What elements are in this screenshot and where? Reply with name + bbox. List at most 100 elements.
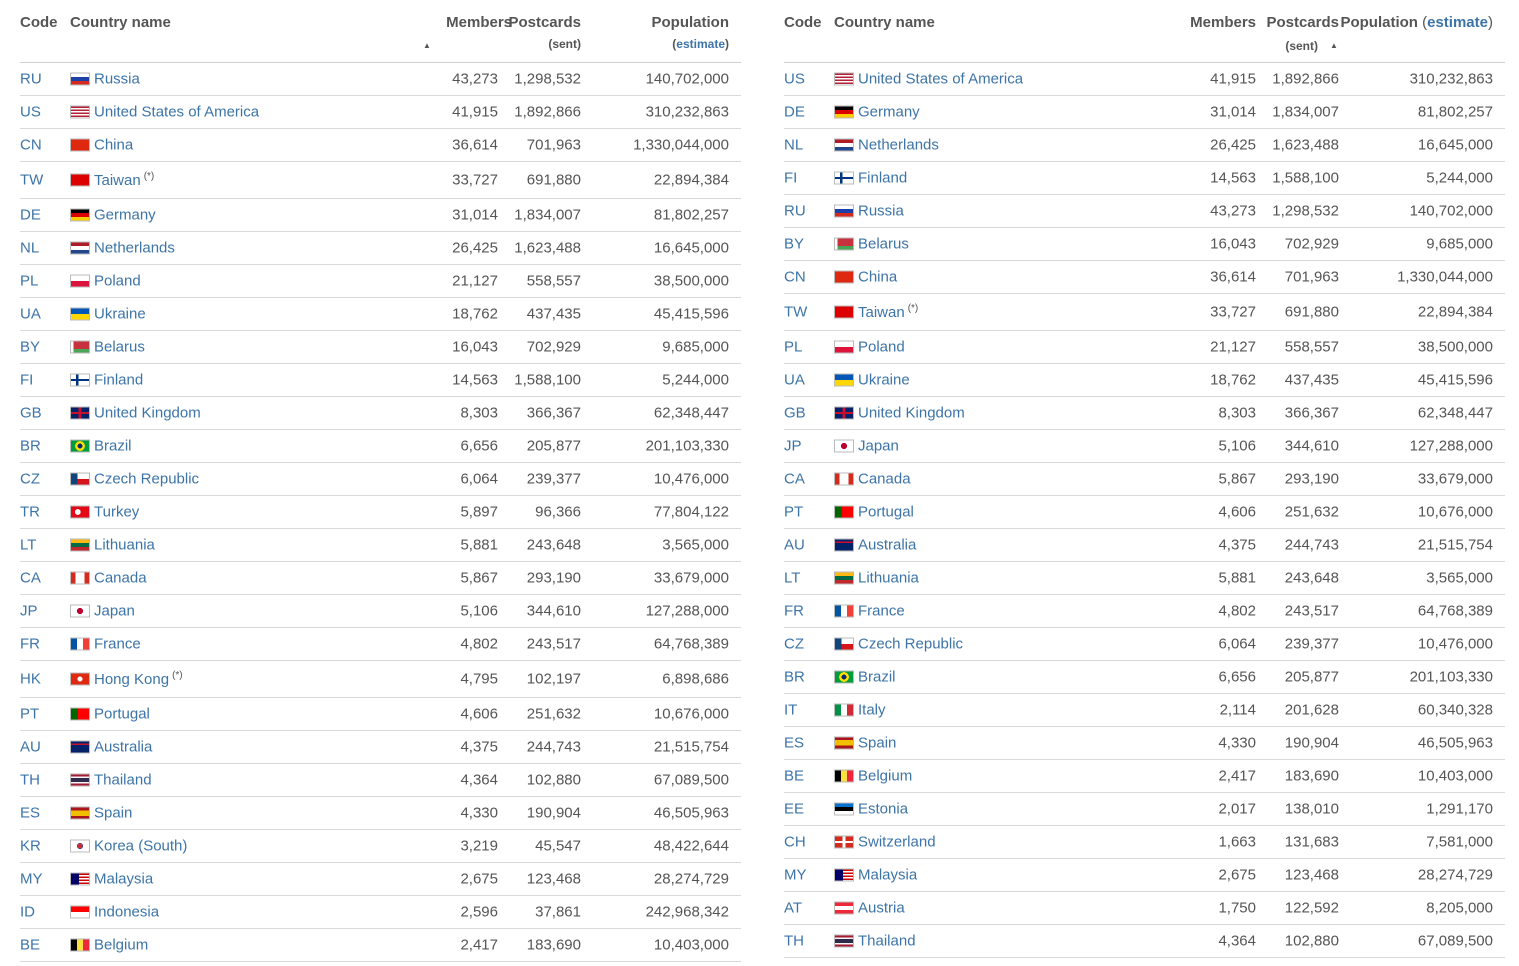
- country-name-link[interactable]: Ukraine: [858, 372, 910, 389]
- country-code-link[interactable]: FI: [20, 372, 33, 389]
- country-code-link[interactable]: CN: [20, 137, 42, 154]
- country-code-link[interactable]: US: [20, 104, 41, 121]
- country-name-link[interactable]: Thailand: [94, 772, 152, 789]
- estimate-link[interactable]: estimate: [676, 37, 725, 51]
- country-code-link[interactable]: PL: [784, 339, 802, 356]
- country-code-link[interactable]: BR: [784, 669, 805, 686]
- country-code-link[interactable]: FR: [784, 603, 804, 620]
- country-name-link[interactable]: Finland: [94, 372, 143, 389]
- country-code-link[interactable]: BE: [784, 768, 804, 785]
- country-name-link[interactable]: Russia: [858, 203, 904, 220]
- country-name-link[interactable]: Netherlands: [858, 137, 939, 154]
- country-name-link[interactable]: Japan: [858, 438, 899, 455]
- country-name-link[interactable]: Estonia: [858, 801, 908, 818]
- country-name-link[interactable]: Belarus: [94, 339, 145, 356]
- country-code-link[interactable]: TR: [20, 504, 40, 521]
- country-code-link[interactable]: BY: [20, 339, 40, 356]
- country-code-link[interactable]: US: [784, 71, 805, 88]
- country-name-link[interactable]: Germany: [94, 207, 156, 224]
- country-code-link[interactable]: BR: [20, 438, 41, 455]
- country-code-link[interactable]: FR: [20, 636, 40, 653]
- col-postcards-header[interactable]: Postcards: [508, 14, 581, 31]
- country-code-link[interactable]: GB: [784, 405, 806, 422]
- country-name-link[interactable]: Germany: [858, 104, 920, 121]
- country-code-link[interactable]: AU: [784, 537, 805, 554]
- country-code-link[interactable]: BY: [784, 236, 804, 253]
- country-name-link[interactable]: Taiwan (*): [94, 171, 154, 189]
- country-code-link[interactable]: DE: [784, 104, 805, 121]
- country-name-link[interactable]: Finland: [858, 170, 907, 187]
- country-code-link[interactable]: CA: [784, 471, 805, 488]
- country-name-link[interactable]: China: [858, 269, 897, 286]
- country-name-link[interactable]: Brazil: [858, 669, 896, 686]
- country-code-link[interactable]: JP: [784, 438, 802, 455]
- country-code-link[interactable]: GB: [20, 405, 42, 422]
- country-name-link[interactable]: United Kingdom: [94, 405, 201, 422]
- country-name-link[interactable]: Poland: [858, 339, 905, 356]
- country-code-link[interactable]: ES: [784, 735, 804, 752]
- country-name-link[interactable]: Switzerland: [858, 834, 936, 851]
- country-code-link[interactable]: UA: [20, 306, 41, 323]
- country-name-link[interactable]: Turkey: [94, 504, 139, 521]
- country-name-link[interactable]: Czech Republic: [858, 636, 963, 653]
- country-name-link[interactable]: Spain: [94, 805, 132, 822]
- country-name-link[interactable]: Belgium: [858, 768, 912, 785]
- country-code-link[interactable]: CH: [784, 834, 806, 851]
- country-code-link[interactable]: PL: [20, 273, 38, 290]
- country-name-link[interactable]: Ukraine: [94, 306, 146, 323]
- country-code-link[interactable]: LT: [784, 570, 800, 587]
- country-code-link[interactable]: DE: [20, 207, 41, 224]
- country-name-link[interactable]: Malaysia: [94, 871, 153, 888]
- country-code-link[interactable]: RU: [20, 71, 42, 88]
- country-code-link[interactable]: MY: [784, 867, 807, 884]
- country-code-link[interactable]: UA: [784, 372, 805, 389]
- country-code-link[interactable]: CA: [20, 570, 41, 587]
- country-name-link[interactable]: Malaysia: [858, 867, 917, 884]
- country-code-link[interactable]: PT: [20, 706, 39, 723]
- country-code-link[interactable]: KR: [20, 838, 41, 855]
- col-members-header[interactable]: Members: [1190, 14, 1256, 31]
- col-population-header[interactable]: Population: [652, 14, 730, 31]
- country-code-link[interactable]: RU: [784, 203, 806, 220]
- country-code-link[interactable]: CZ: [20, 471, 40, 488]
- country-code-link[interactable]: CN: [784, 269, 806, 286]
- col-code-header[interactable]: Code: [784, 14, 822, 31]
- country-code-link[interactable]: TW: [20, 172, 43, 189]
- country-code-link[interactable]: CZ: [784, 636, 804, 653]
- country-name-link[interactable]: Belgium: [94, 937, 148, 954]
- country-name-link[interactable]: Lithuania: [94, 537, 155, 554]
- country-code-link[interactable]: LT: [20, 537, 36, 554]
- country-name-link[interactable]: United Kingdom: [858, 405, 965, 422]
- country-code-link[interactable]: AT: [784, 900, 802, 917]
- country-code-link[interactable]: TW: [784, 304, 807, 321]
- country-name-link[interactable]: Netherlands: [94, 240, 175, 257]
- country-name-link[interactable]: Indonesia: [94, 904, 159, 921]
- col-postcards-header[interactable]: Postcards: [1266, 14, 1339, 31]
- country-name-link[interactable]: Taiwan (*): [858, 303, 918, 321]
- country-name-link[interactable]: Brazil: [94, 438, 132, 455]
- country-code-link[interactable]: JP: [20, 603, 38, 620]
- country-name-link[interactable]: Russia: [94, 71, 140, 88]
- country-name-link[interactable]: Korea (South): [94, 838, 187, 855]
- country-code-link[interactable]: MY: [20, 871, 43, 888]
- country-name-link[interactable]: United States of America: [94, 104, 259, 121]
- country-name-link[interactable]: Spain: [858, 735, 896, 752]
- country-name-link[interactable]: China: [94, 137, 133, 154]
- country-code-link[interactable]: BE: [20, 937, 40, 954]
- country-code-link[interactable]: HK: [20, 671, 41, 688]
- country-name-link[interactable]: Portugal: [94, 706, 150, 723]
- country-code-link[interactable]: PT: [784, 504, 803, 521]
- country-name-link[interactable]: Lithuania: [858, 570, 919, 587]
- country-code-link[interactable]: AU: [20, 739, 41, 756]
- col-country-header[interactable]: Country name: [834, 14, 935, 31]
- col-members-header[interactable]: Members: [446, 14, 512, 31]
- country-name-link[interactable]: Portugal: [858, 504, 914, 521]
- country-code-link[interactable]: NL: [784, 137, 803, 154]
- country-name-link[interactable]: Belarus: [858, 236, 909, 253]
- country-name-link[interactable]: United States of America: [858, 71, 1023, 88]
- col-code-header[interactable]: Code: [20, 14, 58, 31]
- country-code-link[interactable]: NL: [20, 240, 39, 257]
- country-code-link[interactable]: TH: [784, 933, 804, 950]
- country-name-link[interactable]: Canada: [94, 570, 147, 587]
- country-name-link[interactable]: Poland: [94, 273, 141, 290]
